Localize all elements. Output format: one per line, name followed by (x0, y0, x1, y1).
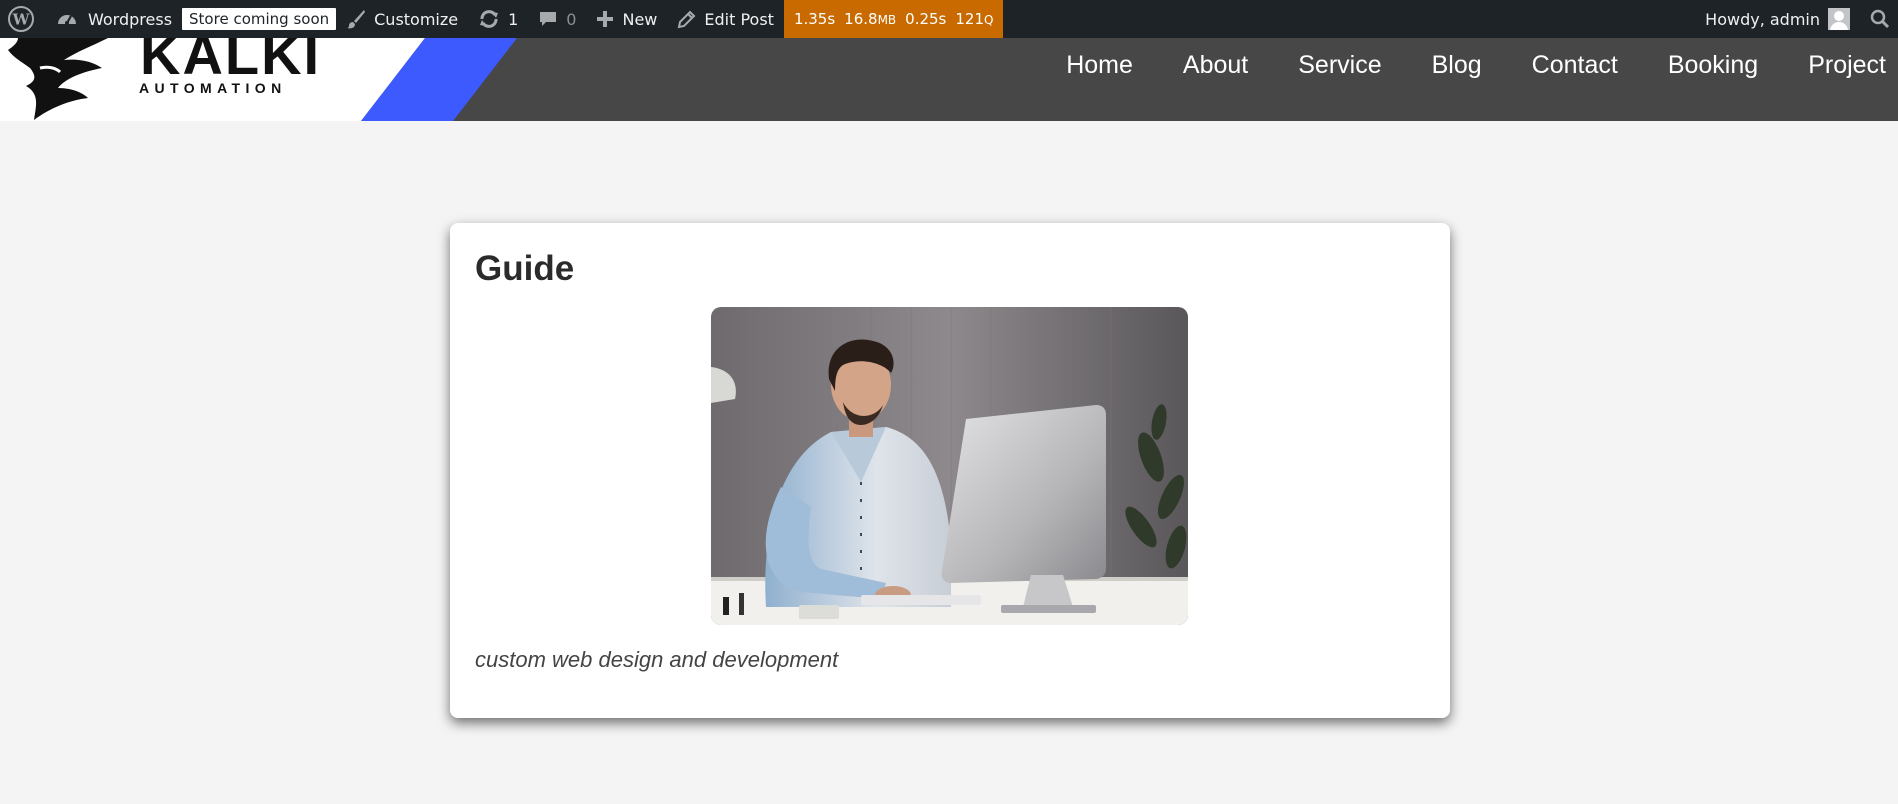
site-logo[interactable]: KALKI AUTOMATION (0, 38, 520, 121)
svg-text:W: W (12, 11, 31, 29)
paintbrush-icon (347, 10, 366, 29)
updates-icon (480, 10, 499, 28)
post-caption: custom web design and development (475, 647, 839, 672)
site-name-menu[interactable]: Wordpress (46, 0, 182, 38)
updates-count: 1 (508, 9, 519, 29)
search-icon (1870, 9, 1890, 29)
memory-usage: 16.8MB (844, 10, 897, 28)
query-monitor-stats[interactable]: 1.35s 16.8MB 0.25s 121Q (783, 0, 1004, 38)
nav-home[interactable]: Home (1066, 51, 1133, 80)
customize-button[interactable]: Customize (336, 0, 468, 38)
avatar (1828, 8, 1850, 30)
dashboard-icon (58, 15, 76, 25)
admin-bar: W Wordpress Store coming soon Customize … (0, 0, 1898, 38)
nav-contact[interactable]: Contact (1532, 51, 1618, 80)
customize-label: Customize (374, 9, 459, 29)
comments-count: 0 (566, 9, 577, 29)
post-image (711, 307, 1188, 625)
edit-post-button[interactable]: Edit Post (667, 0, 784, 38)
nav-service[interactable]: Service (1298, 51, 1381, 80)
nav-blog[interactable]: Blog (1432, 51, 1482, 80)
edit-post-label: Edit Post (704, 9, 774, 29)
updates-button[interactable]: 1 (468, 0, 528, 38)
main-nav: Home About Service Blog Contact Booking … (1016, 38, 1886, 93)
wordpress-logo-button[interactable]: W (0, 0, 46, 38)
site-name-label: Wordpress (88, 9, 173, 29)
my-account-menu[interactable]: Howdy, admin (1695, 0, 1860, 38)
nav-project[interactable]: Project (1808, 51, 1886, 80)
post-card: Guide custom web design and development (450, 223, 1450, 718)
office-photo (711, 307, 1188, 625)
nav-booking[interactable]: Booking (1668, 51, 1758, 80)
comments-button[interactable]: 0 (528, 0, 586, 38)
new-label: New (622, 9, 658, 29)
post-title: Guide (475, 249, 575, 288)
site-header: KALKI AUTOMATION Home About Service Blog… (0, 38, 1898, 121)
query-time: 0.25s (905, 10, 947, 28)
page-time: 1.35s (793, 10, 836, 28)
howdy-label: Howdy, admin (1705, 9, 1820, 29)
nav-about[interactable]: About (1183, 51, 1248, 80)
pencil-icon (678, 10, 696, 28)
store-coming-soon-badge[interactable]: Store coming soon (182, 8, 337, 30)
plus-icon (597, 11, 614, 27)
new-content-button[interactable]: New (586, 0, 667, 38)
comment-icon (540, 12, 557, 26)
query-count: 121Q (955, 10, 994, 28)
wordpress-icon: W (8, 6, 34, 32)
logo-subtext: AUTOMATION (139, 80, 287, 96)
admin-search-button[interactable] (1860, 0, 1898, 38)
